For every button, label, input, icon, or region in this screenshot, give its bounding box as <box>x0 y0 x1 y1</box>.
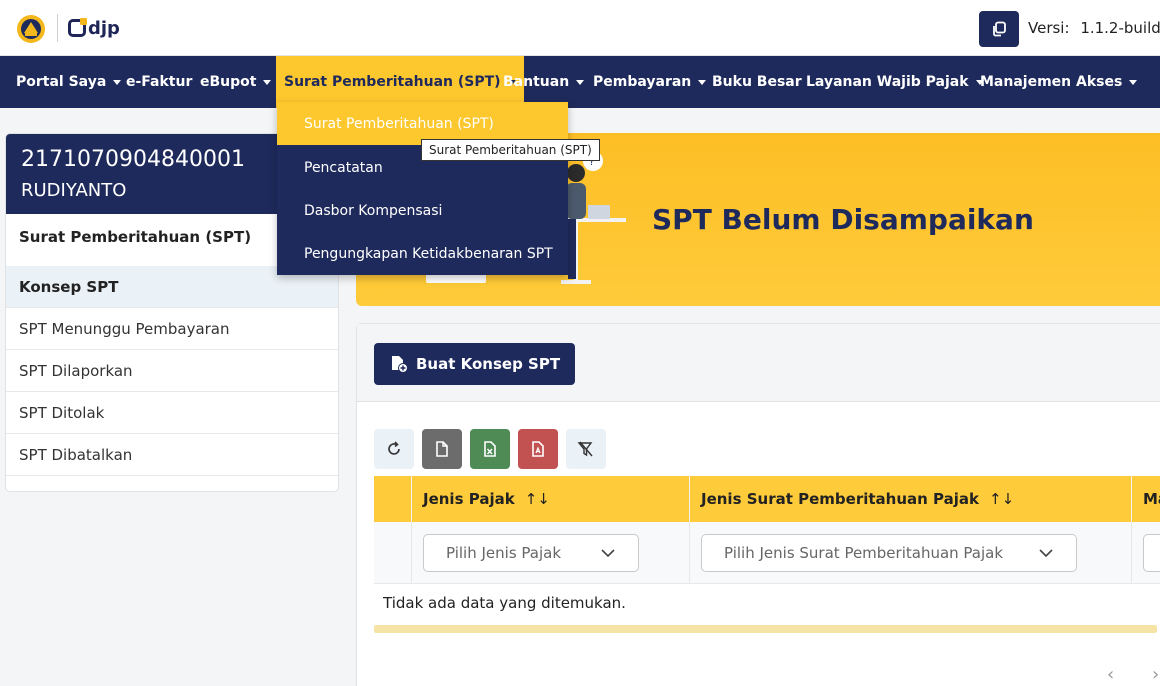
column-header-jenis-pajak[interactable]: Jenis Pajak ↑↓ <box>411 476 689 522</box>
select-placeholder: Pilih Jenis Surat Pemberitahuan Pajak <box>724 544 1004 562</box>
sidebar-item-label: SPT Dilaporkan <box>19 361 133 380</box>
refresh-icon <box>388 441 400 455</box>
export-excel-button[interactable] <box>470 429 510 469</box>
menu-item-label: Pencatatan <box>304 159 383 176</box>
taxpayer-name: RUDIYANTO <box>21 180 127 201</box>
sidebar-item-label: SPT Dibatalkan <box>19 445 133 464</box>
pagination-next-icon[interactable]: › <box>1152 664 1159 685</box>
filter-spacer <box>374 522 411 584</box>
table-header-spacer <box>374 476 411 522</box>
sidebar-item-dibatalkan[interactable]: SPT Dibatalkan <box>6 434 338 476</box>
nav-pembayaran[interactable]: Pembayaran <box>593 56 707 108</box>
nav-buku-besar[interactable]: Buku Besar <box>712 56 802 108</box>
taxpayer-npwp: 2171070904840001 <box>21 147 245 172</box>
horizontal-scrollbar[interactable] <box>374 625 1157 633</box>
filter-row: Pilih Jenis Pajak Pilih Jenis Surat Pemb… <box>374 522 1160 584</box>
copy-button[interactable] <box>979 11 1019 47</box>
sidebar-item-ditolak[interactable]: SPT Ditolak <box>6 392 338 434</box>
sidebar-item-label: Konsep SPT <box>19 277 119 296</box>
nav-bantuan[interactable]: Bantuan <box>503 56 585 108</box>
spt-list-card: Buat Konsep SPT Jenis Pajak ↑↓ Jenis Sur… <box>356 323 1160 686</box>
top-bar: djp Versi: 1.1.2-build- <box>0 0 1160 56</box>
sort-icon: ↑↓ <box>989 490 1015 508</box>
export-file-button[interactable] <box>422 429 462 469</box>
menu-item-dasbor-kompensasi[interactable]: Dasbor Kompensasi <box>277 189 568 232</box>
chevron-down-icon <box>601 549 615 558</box>
nav-label: Portal Saya <box>16 74 107 90</box>
create-draft-spt-label: Buat Konsep SPT <box>416 355 561 373</box>
nav-label: Pembayaran <box>593 74 692 90</box>
filter-cell-jenis-spt: Pilih Jenis Surat Pemberitahuan Pajak <box>689 522 1141 584</box>
djp-logo[interactable]: djp <box>68 17 120 39</box>
refresh-button[interactable] <box>374 429 414 469</box>
sidebar-item-label: SPT Menunggu Pembayaran <box>19 319 230 338</box>
menu-item-pengungkapan-ketidakbenaran[interactable]: Pengungkapan Ketidakbenaran SPT <box>277 232 568 275</box>
version-label: Versi: <box>1028 19 1070 37</box>
sort-icon: ↑↓ <box>524 490 550 508</box>
clear-filter-button[interactable] <box>566 429 606 469</box>
caret-down-icon <box>1129 79 1138 85</box>
file-icon <box>436 441 448 457</box>
nav-label: Manajemen Akses <box>980 74 1123 90</box>
djp-mark-icon <box>68 18 87 37</box>
column-header-jenis-spt[interactable]: Jenis Surat Pemberitahuan Pajak ↑↓ <box>689 476 1141 522</box>
caret-down-icon <box>263 79 272 85</box>
nav-label: eBupot <box>200 74 257 90</box>
menu-item-label: Pengungkapan Ketidakbenaran SPT <box>304 245 553 262</box>
chevron-down-icon <box>1039 549 1053 558</box>
nav-layanan-wajib-pajak[interactable]: Layanan Wajib Pajak <box>806 56 984 108</box>
select-placeholder: Pilih Jenis Pajak <box>446 544 562 562</box>
caret-down-icon <box>576 79 585 85</box>
djp-logo-text: djp <box>88 17 120 39</box>
excel-file-icon <box>484 441 496 457</box>
nav-label: Layanan Wajib Pajak <box>806 74 969 90</box>
column-label: Jenis Pajak <box>423 490 515 508</box>
version-value: 1.1.2-build- <box>1080 19 1160 37</box>
version-info: Versi: 1.1.2-build- <box>1028 19 1160 37</box>
nav-e-faktur[interactable]: e-Faktur <box>126 56 192 108</box>
masa-select[interactable] <box>1143 534 1160 572</box>
nav-surat-pemberitahuan[interactable]: Surat Pemberitahuan (SPT) <box>276 56 524 108</box>
logo-divider <box>57 14 58 42</box>
column-label: Ma <box>1143 490 1160 508</box>
sidebar-item-dilaporkan[interactable]: SPT Dilaporkan <box>6 350 338 392</box>
file-add-icon <box>390 355 408 373</box>
menu-item-label: Surat Pemberitahuan (SPT) <box>304 115 494 132</box>
nav-ebupot[interactable]: eBupot <box>200 56 272 108</box>
banner-title: SPT Belum Disampaikan <box>652 203 1034 236</box>
kemenkeu-logo-icon <box>16 14 46 44</box>
filter-cell-masa <box>1131 522 1160 584</box>
sidebar-section-title: Surat Pemberitahuan (SPT) <box>19 228 252 246</box>
filter-off-icon <box>577 441 593 457</box>
pagination-prev-icon[interactable]: ‹ <box>1107 664 1114 685</box>
caret-down-icon <box>113 79 122 85</box>
pdf-file-icon <box>532 441 544 457</box>
nav-portal-saya[interactable]: Portal Saya <box>16 56 122 108</box>
copy-icon <box>993 21 1006 37</box>
table-header: Jenis Pajak ↑↓ Jenis Surat Pemberitahuan… <box>374 476 1160 522</box>
nav-label: Bantuan <box>503 74 570 90</box>
export-pdf-button[interactable] <box>518 429 558 469</box>
sidebar-item-menunggu-pembayaran[interactable]: SPT Menunggu Pembayaran <box>6 308 338 350</box>
nav-manajemen-akses[interactable]: Manajemen Akses <box>980 56 1138 108</box>
create-draft-spt-button[interactable]: Buat Konsep SPT <box>374 343 575 385</box>
caret-down-icon <box>698 79 707 85</box>
column-label: Jenis Surat Pemberitahuan Pajak <box>701 490 979 508</box>
jenis-spt-select[interactable]: Pilih Jenis Surat Pemberitahuan Pajak <box>701 534 1077 572</box>
menu-tooltip: Surat Pemberitahuan (SPT) <box>421 139 600 161</box>
filter-cell-jenis-pajak: Pilih Jenis Pajak <box>411 522 689 584</box>
nav-label: Surat Pemberitahuan (SPT) <box>284 74 501 90</box>
jenis-pajak-select[interactable]: Pilih Jenis Pajak <box>423 534 639 572</box>
nav-label: Buku Besar <box>712 74 802 90</box>
nav-label: e-Faktur <box>126 74 193 90</box>
card-toolbar: Buat Konsep SPT <box>357 324 1160 402</box>
menu-item-label: Dasbor Kompensasi <box>304 202 443 219</box>
sidebar-item-label: SPT Ditolak <box>19 403 105 422</box>
column-header-masa[interactable]: Ma <box>1131 476 1160 522</box>
empty-table-message: Tidak ada data yang ditemukan. <box>383 594 626 612</box>
spt-dropdown-menu: Surat Pemberitahuan (SPT) Pencatatan Das… <box>277 102 568 275</box>
main-nav: Portal Saya e-Faktur eBupot Surat Pember… <box>0 56 1160 108</box>
